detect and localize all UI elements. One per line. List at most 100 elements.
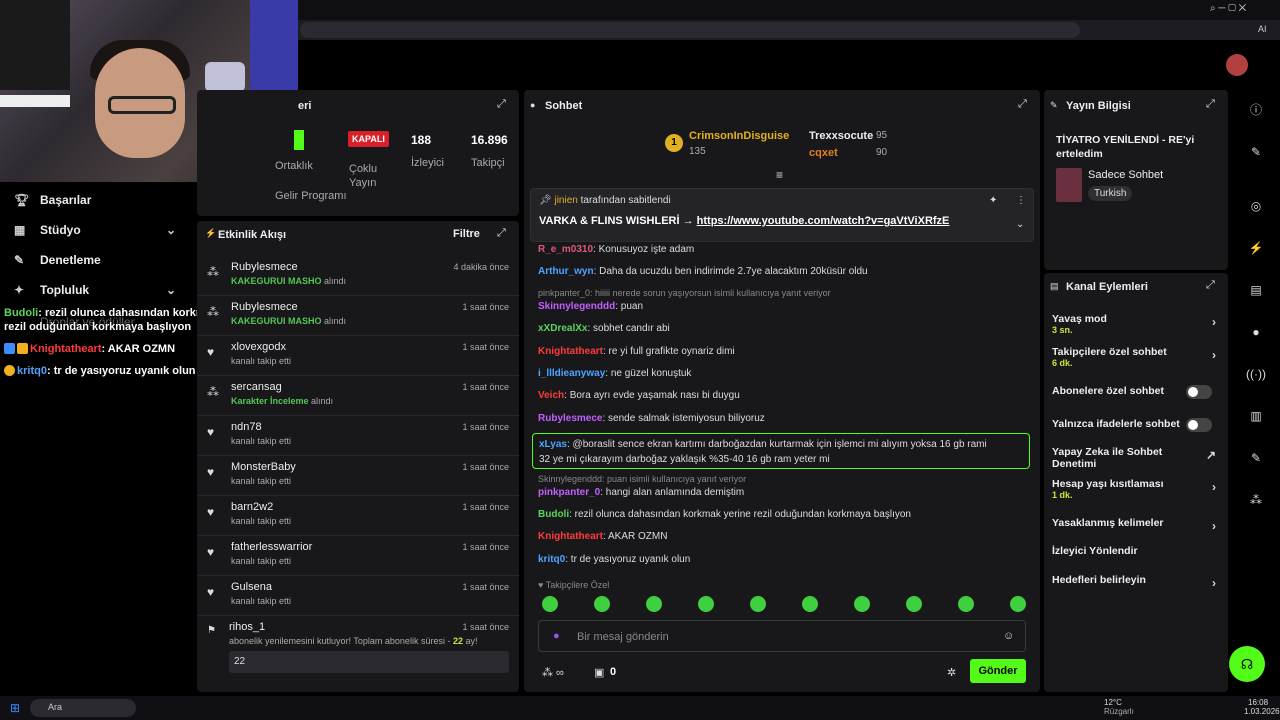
chat-message[interactable]: Rubylesmece: sende salmak istemiyosun bi… bbox=[538, 413, 765, 424]
channel-action-row[interactable]: Yalnızca ifadelerle sohbet bbox=[1052, 418, 1222, 432]
emote-icon[interactable] bbox=[594, 596, 610, 612]
chat-message[interactable]: kritq0: tr de yasıyoruz uyanık olun bbox=[538, 554, 690, 565]
chat-username[interactable]: Veich bbox=[538, 390, 564, 401]
address-bar[interactable] bbox=[300, 22, 1080, 38]
camera-icon[interactable]: ◎ bbox=[1246, 196, 1266, 216]
clock-date[interactable]: 1.03.2026 bbox=[1244, 707, 1280, 716]
emote-icon[interactable] bbox=[542, 596, 558, 612]
toggle-switch[interactable] bbox=[1186, 418, 1212, 432]
toggle-switch[interactable] bbox=[1186, 385, 1212, 399]
chat-message[interactable]: R_e_m0310: Konusuyoz işte adam bbox=[538, 244, 694, 255]
popout-icon[interactable]: ⤢ bbox=[1206, 279, 1215, 292]
chat-message[interactable]: Arthur_wyn: Daha da ucuzdu ben indirimde… bbox=[538, 266, 868, 277]
info-icon[interactable]: ⓘ bbox=[1246, 100, 1266, 120]
chevron-down-icon[interactable]: ⌄ bbox=[1016, 219, 1024, 230]
popout-icon[interactable]: ⤢ bbox=[497, 227, 506, 240]
popout-icon[interactable]: ⤢ bbox=[497, 98, 506, 111]
chat-username[interactable]: Rubylesmece bbox=[538, 413, 602, 424]
activity-item-sub[interactable]: ⚑ rihos_1 1 saat önce abonelik yenilemes… bbox=[197, 617, 519, 677]
activity-item[interactable]: ♥ ndn78 1 saat önce kanalı takip etti bbox=[197, 417, 519, 457]
avatar[interactable] bbox=[1226, 54, 1248, 76]
chat-message[interactable]: Budoli: rezil olunca dahasından korkmak … bbox=[538, 509, 911, 520]
chat-username[interactable]: i_llldieanyway bbox=[538, 368, 605, 379]
points-icon[interactable]: ⁂ ∞ bbox=[542, 666, 564, 679]
layout-icon[interactable]: ▥ bbox=[1246, 406, 1266, 426]
chat-message[interactable]: pinkpanter_0: hangi alan anlamında demiş… bbox=[538, 487, 744, 498]
category-thumbnail[interactable] bbox=[1056, 168, 1082, 202]
gear-icon[interactable]: ✲ bbox=[947, 666, 956, 679]
chat-username[interactable]: R_e_m0310 bbox=[538, 244, 593, 255]
more-icon[interactable]: ⋮ bbox=[1016, 195, 1026, 206]
chat-username[interactable]: Budoli bbox=[538, 509, 569, 520]
activity-item[interactable]: ⁂ Rubylesmece 4 dakika önce KAKEGURUI MA… bbox=[197, 257, 519, 297]
clock-time[interactable]: 16:08 bbox=[1248, 698, 1268, 707]
chat-username[interactable]: Knightatheart bbox=[538, 531, 603, 542]
window-controls[interactable]: ⌕ ─ ▢ ✕ bbox=[1210, 3, 1246, 14]
chat-username[interactable]: xXDrealXx bbox=[538, 323, 587, 334]
chat-message[interactable]: Skinnylegenddd: puan bbox=[538, 301, 643, 312]
taskbar-search[interactable]: Ara bbox=[30, 699, 136, 717]
chat-username[interactable]: Skinnylegenddd bbox=[538, 301, 615, 312]
activity-item[interactable]: ♥ xlovexgodx 1 saat önce kanalı takip et… bbox=[197, 337, 519, 377]
chat-input[interactable]: ● Bir mesaj gönderin ☺ bbox=[538, 620, 1026, 652]
pinned-link[interactable]: https://www.youtube.com/watch?v=gaVtViXR… bbox=[697, 215, 950, 227]
wrench-icon[interactable]: ✎ bbox=[1246, 448, 1266, 468]
chat-username[interactable]: pinkpanter_0 bbox=[538, 487, 600, 498]
pencil-icon[interactable]: ✎ bbox=[1246, 142, 1266, 162]
channel-action-row[interactable]: Hedefleri belirleyin › bbox=[1052, 574, 1222, 590]
leader-name[interactable]: cqxet bbox=[809, 147, 838, 159]
channel-action-row[interactable]: Yasaklanmış kelimeler › bbox=[1052, 517, 1222, 533]
filter-button[interactable]: Filtre bbox=[453, 228, 480, 240]
clipboard-icon[interactable]: ▤ bbox=[1246, 280, 1266, 300]
unpin-icon[interactable]: ✦ bbox=[989, 195, 997, 206]
activity-item[interactable]: ♥ Gulsena 1 saat önce kanalı takip etti bbox=[197, 577, 519, 617]
activity-item[interactable]: ♥ fatherlesswarrior 1 saat önce kanalı t… bbox=[197, 537, 519, 577]
emote-icon[interactable] bbox=[698, 596, 714, 612]
emoji-icon[interactable]: ☺ bbox=[1003, 630, 1014, 642]
store-icon[interactable]: ▣ bbox=[594, 666, 604, 679]
channel-action-row[interactable]: Yapay Zeka ile Sohbet Denetimi ↗ bbox=[1052, 446, 1222, 470]
channel-action-row[interactable]: Yavaş mod 3 sn. › bbox=[1052, 313, 1222, 335]
emote-icon[interactable] bbox=[958, 596, 974, 612]
highlighted-message[interactable]: xLyas: @boraslit sence ekran kartımı dar… bbox=[532, 433, 1030, 469]
chat-message[interactable]: Knightatheart: AKAR OZMN bbox=[538, 531, 667, 542]
emote-icon[interactable] bbox=[802, 596, 818, 612]
chat-bubble-icon[interactable]: ● bbox=[1246, 322, 1266, 342]
emote-icon[interactable] bbox=[1010, 596, 1026, 612]
channel-action-row[interactable]: İzleyici Yönlendir bbox=[1052, 545, 1222, 557]
emote-icon[interactable] bbox=[750, 596, 766, 612]
chat-message[interactable]: xXDrealXx: sobhet candır abi bbox=[538, 323, 670, 334]
chat-username[interactable]: Knightatheart bbox=[538, 346, 603, 357]
activity-item[interactable]: ⁂ sercansag 1 saat önce Karakter İncelem… bbox=[197, 377, 519, 417]
activity-item[interactable]: ♥ MonsterBaby 1 saat önce kanalı takip e… bbox=[197, 457, 519, 497]
chat-message[interactable]: Veich: Bora ayrı evde yaşamak nası bi du… bbox=[538, 390, 740, 401]
bolt-icon[interactable]: ⚡ bbox=[1246, 238, 1266, 258]
collapse-icon[interactable]: ≡ bbox=[776, 168, 783, 182]
chat-message[interactable]: Knightatheart: re yi full grafikte oynar… bbox=[538, 346, 735, 357]
popout-icon[interactable]: ⤢ bbox=[1018, 98, 1027, 111]
emote-icon[interactable] bbox=[646, 596, 662, 612]
channel-action-row[interactable]: Takipçilere özel sohbet 6 dk. › bbox=[1052, 346, 1222, 368]
chat-message[interactable]: i_llldieanyway: ne güzel konuştuk bbox=[538, 368, 691, 379]
emote-icon[interactable] bbox=[854, 596, 870, 612]
chat-username[interactable]: Arthur_wyn bbox=[538, 266, 594, 277]
ai-label[interactable]: AI bbox=[1258, 24, 1267, 34]
activity-item[interactable]: ⁂ Rubylesmece 1 saat önce KAKEGURUI MASH… bbox=[197, 297, 519, 337]
community-icon[interactable]: ⁂ bbox=[1246, 490, 1266, 510]
popout-icon[interactable]: ⤢ bbox=[1206, 98, 1215, 111]
support-button[interactable]: ☊ bbox=[1229, 646, 1265, 682]
nav-item-studio[interactable]: ▦ Stüdyo ⌄ bbox=[14, 220, 176, 240]
windows-icon[interactable]: ⊞ bbox=[10, 701, 20, 715]
nav-item-achievements[interactable]: 🏆︎ Başarılar bbox=[14, 190, 91, 210]
nav-item-community[interactable]: ✦ Topluluk ⌄ bbox=[14, 280, 176, 300]
channel-action-row[interactable]: Abonelere özel sohbet bbox=[1052, 385, 1222, 399]
send-button[interactable]: Gönder bbox=[970, 659, 1026, 683]
broadcast-icon[interactable]: ((·)) bbox=[1246, 364, 1266, 384]
activity-item[interactable]: ♥ barn2w2 1 saat önce kanalı takip etti bbox=[197, 497, 519, 537]
mic-icon[interactable]: ● bbox=[553, 630, 560, 642]
nav-item-moderation[interactable]: ✎ Denetleme bbox=[14, 250, 101, 270]
emote-icon[interactable] bbox=[906, 596, 922, 612]
leader-name[interactable]: Trexxsocute bbox=[809, 130, 873, 142]
channel-action-row[interactable]: Hesap yaşı kısıtlaması 1 dk. › bbox=[1052, 478, 1222, 500]
leader-name[interactable]: CrimsonInDisguise bbox=[689, 130, 789, 142]
